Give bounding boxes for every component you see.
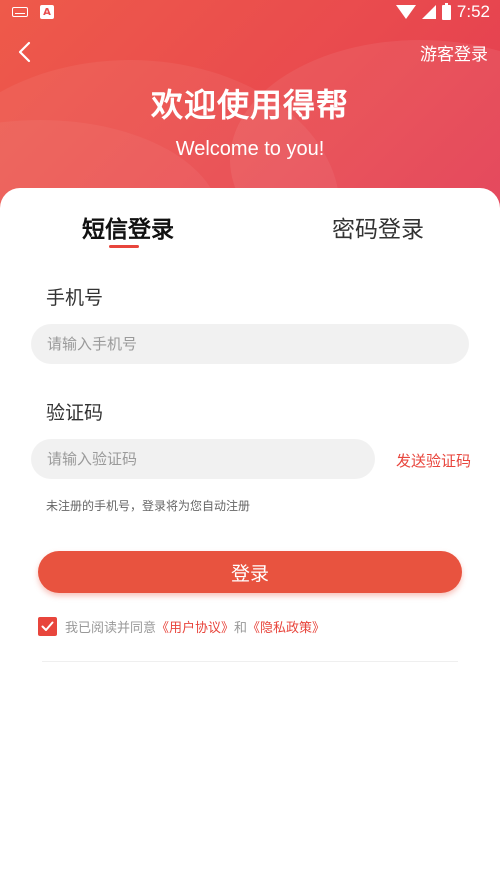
active-tab-indicator	[109, 245, 139, 248]
agree-and: 和	[234, 621, 248, 636]
guest-login-link[interactable]: 游客登录	[420, 40, 488, 65]
login-button[interactable]: 登录	[38, 551, 462, 593]
status-time: 7:52	[456, 2, 490, 21]
signal-icon	[421, 5, 436, 19]
page-subtitle: Welcome to you!	[175, 138, 325, 160]
wifi-icon	[395, 5, 416, 19]
status-bar: A 7:52	[0, 0, 500, 26]
tab-sms-login[interactable]: 短信登录	[82, 210, 174, 244]
agree-checkbox[interactable]	[38, 617, 57, 636]
code-input[interactable]	[31, 439, 375, 479]
agree-prefix: 我已阅读并同意	[65, 621, 157, 636]
app-a-icon: A	[40, 5, 54, 19]
keyboard-icon	[12, 7, 28, 17]
register-hint: 未注册的手机号，登录将为您自动注册	[46, 499, 251, 513]
tab-password-login[interactable]: 密码登录	[332, 210, 424, 244]
login-card: 短信登录 密码登录 手机号 验证码 发送验证码 未注册的手机号，登录将为您自动注…	[0, 188, 500, 890]
phone-label: 手机号	[46, 287, 104, 309]
divider	[42, 661, 458, 662]
check-icon	[41, 621, 54, 631]
privacy-policy-link[interactable]: 《隐私政策》	[247, 617, 325, 636]
code-label: 验证码	[46, 402, 104, 424]
battery-icon	[441, 2, 451, 20]
agreement-row: 我已阅读并同意 《用户协议》 和 《隐私政策》	[38, 617, 325, 636]
phone-input[interactable]	[31, 324, 469, 364]
user-agreement-link[interactable]: 《用户协议》	[156, 617, 234, 636]
send-code-button[interactable]: 发送验证码	[396, 450, 471, 471]
chevron-left-icon[interactable]	[14, 40, 34, 64]
page-title: 欢迎使用得帮	[150, 86, 349, 124]
